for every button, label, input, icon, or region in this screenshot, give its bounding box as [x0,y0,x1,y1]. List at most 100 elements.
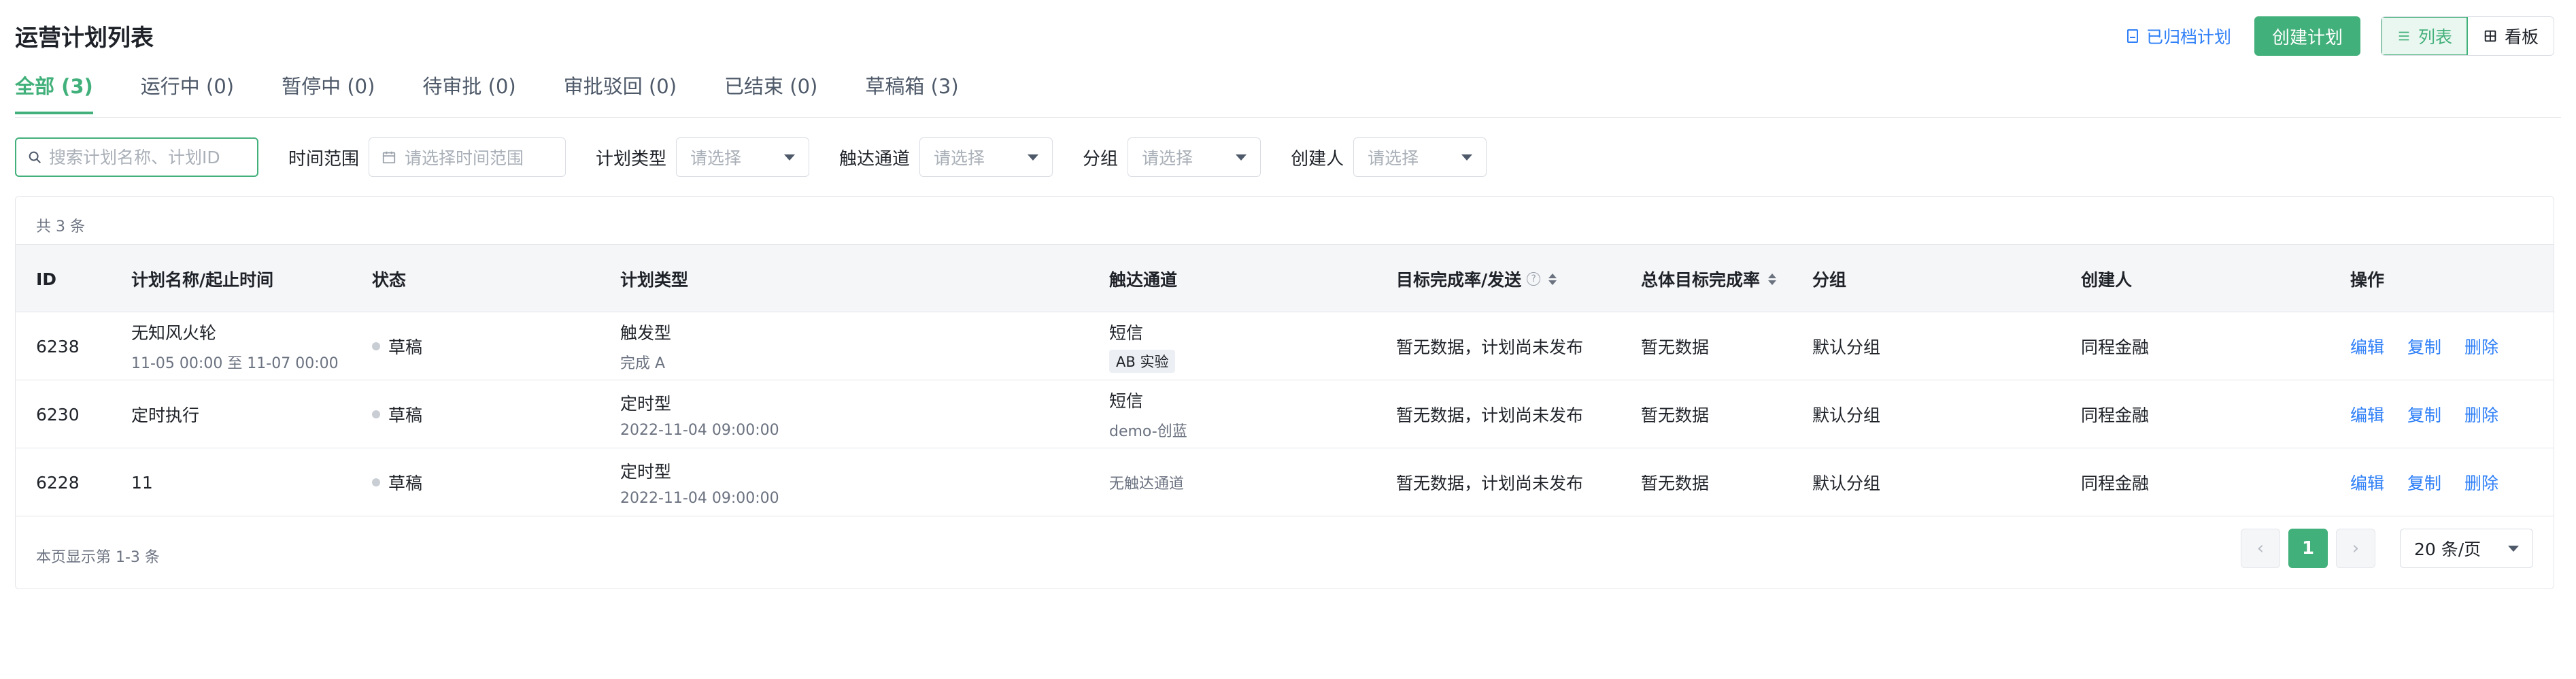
channel-label: 触达通道 [839,148,911,169]
cell-creator: 同程金融 [2081,474,2150,493]
col-goal-send[interactable]: 目标完成率/发送 ? [1396,245,1557,313]
tab-running[interactable]: 运行中 (0) [141,71,234,114]
channel-detail: demo-创蓝 [1109,423,1187,440]
cell-channel: 无触达通道 [1109,448,1184,516]
archived-plans-label: 已归档计划 [2146,27,2231,47]
time-range-label: 时间范围 [288,148,360,169]
creator-select[interactable]: 请选择 [1353,137,1487,177]
plan-time: 11-05 00:00 至 11-07 00:00 [131,355,339,372]
table-row[interactable]: 6228 11 草稿 定时型 2022-11-04 09:00:00 无触达通道… [16,448,2554,516]
pagination: ‹ 1 › 20 条/页 [2241,529,2533,568]
table-row[interactable]: 6230 定时执行 草稿 定时型 2022-11-04 09:00:00 短信 … [16,380,2554,448]
cell-goal-send: 暂无数据，计划尚未发布 [1396,405,1584,425]
plan-type-select[interactable]: 请选择 [676,137,810,177]
archive-icon [2126,29,2138,43]
cell-channel: 短信 demo-创蓝 [1109,380,1187,448]
channel-name: 短信 [1109,323,1144,343]
help-icon[interactable]: ? [1527,272,1541,286]
col-id: ID [36,245,56,313]
cell-goal-total: 暂无数据 [1641,474,1710,493]
status-dot [372,342,380,350]
edit-link[interactable]: 编辑 [2350,402,2384,427]
copy-link[interactable]: 复制 [2407,402,2441,427]
cell-type: 定时型 2022-11-04 09:00:00 [620,448,779,516]
copy-link[interactable]: 复制 [2407,334,2441,359]
view-board-button[interactable]: 看板 [2468,17,2554,55]
cell-group: 默认分组 [1812,405,1881,425]
ab-test-badge: AB 实验 [1109,350,1176,373]
creator-label: 创建人 [1291,148,1344,169]
col-type: 计划类型 [620,245,688,313]
plan-name: 定时执行 [131,405,200,425]
plan-type: 定时型 [620,461,672,482]
copy-link[interactable]: 复制 [2407,470,2441,495]
create-plan-button[interactable]: 创建计划 [2254,16,2360,56]
tab-ended[interactable]: 已结束 (0) [724,71,817,114]
calendar-icon [382,151,396,164]
search-box [15,137,258,177]
delete-link[interactable]: 删除 [2464,470,2498,495]
next-page-button[interactable]: › [2336,529,2375,568]
cell-ops: 编辑 复制 删除 [2350,380,2498,448]
tab-drafts[interactable]: 草稿箱 (3) [865,71,958,114]
table-row[interactable]: 6238 无知风火轮 11-05 00:00 至 11-07 00:00 草稿 … [16,312,2554,380]
header-actions: 已归档计划 创建计划 列表 看板 [2124,16,2554,56]
list-icon [2399,31,2409,41]
cell-id: 6238 [36,336,80,357]
page-title: 运营计划列表 [15,24,154,52]
plan-type-detail: 完成 A [620,355,666,372]
view-list-button[interactable]: 列表 [2381,17,2468,55]
tab-all[interactable]: 全部 (3) [15,71,93,114]
archived-plans-link[interactable]: 已归档计划 [2124,24,2231,48]
edit-link[interactable]: 编辑 [2350,470,2384,495]
cell-status: 草稿 [372,380,422,448]
page-range-info: 本页显示第 1-3 条 [36,549,160,566]
cell-name: 无知风火轮 11-05 00:00 至 11-07 00:00 [131,312,339,380]
col-group-label: 分组 [1812,270,1847,290]
plan-type-detail: 2022-11-04 09:00:00 [620,489,779,507]
col-creator: 创建人 [2081,245,2132,313]
chevron-down-icon [2508,545,2519,552]
plan-table-card: 共 3 条 ID 计划名称/起止时间 状态 计划类型 触达通道 目标完成率/发送… [15,196,2554,589]
col-channel-label: 触达通道 [1109,270,1178,290]
board-icon [2484,30,2496,42]
col-name: 计划名称/起止时间 [131,245,273,313]
cell-status: 草稿 [372,448,422,516]
tab-rejected[interactable]: 审批驳回 (0) [564,71,677,114]
status-label: 草稿 [388,337,423,357]
status-dot [372,478,380,486]
col-goal-total[interactable]: 总体目标完成率 [1641,245,1777,313]
search-input[interactable] [49,147,246,167]
page-size-select[interactable]: 20 条/页 [2400,529,2533,568]
edit-link[interactable]: 编辑 [2350,334,2384,359]
plan-name: 无知风火轮 [131,323,217,343]
time-range-picker[interactable]: 请选择时间范围 [369,137,566,177]
cell-ops: 编辑 复制 删除 [2350,312,2498,380]
cell-type: 触发型 完成 A [620,312,671,380]
col-type-label: 计划类型 [620,270,689,290]
sort-icon[interactable] [1548,273,1557,285]
tab-paused[interactable]: 暂停中 (0) [282,71,375,114]
cell-channel: 短信 AB 实验 [1109,312,1176,380]
prev-page-button[interactable]: ‹ [2241,529,2280,568]
channel-select[interactable]: 请选择 [919,137,1053,177]
status-dot [372,410,380,418]
page-size-value: 20 条/页 [2414,540,2481,559]
delete-link[interactable]: 删除 [2464,334,2498,359]
status-label: 草稿 [388,405,423,425]
col-goal-send-label: 目标完成率/发送 [1396,270,1522,290]
cell-id: 6230 [36,404,80,425]
sort-icon[interactable] [1768,273,1777,285]
group-select[interactable]: 请选择 [1128,137,1261,177]
chevron-down-icon [1236,154,1247,161]
col-id-label: ID [36,269,57,289]
chevron-down-icon [1028,154,1039,161]
page-1-button[interactable]: 1 [2288,529,2328,568]
cell-group: 默认分组 [1812,474,1881,493]
cell-goal-send: 暂无数据，计划尚未发布 [1396,474,1584,493]
time-range-placeholder: 请选择时间范围 [405,148,524,168]
delete-link[interactable]: 删除 [2464,402,2498,427]
tab-pending-approval[interactable]: 待审批 (0) [422,71,515,114]
cell-goal-total: 暂无数据 [1641,337,1710,357]
tabs-divider [15,117,2561,118]
